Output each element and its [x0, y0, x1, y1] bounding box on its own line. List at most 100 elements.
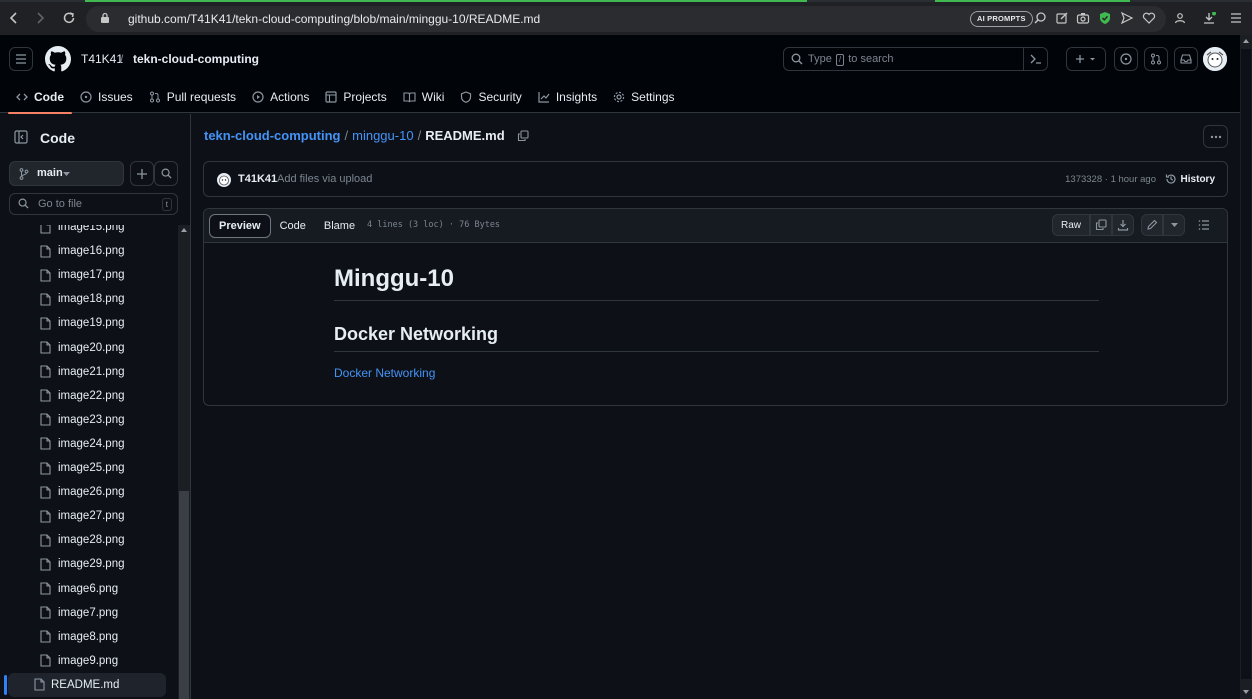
- breadcrumb-repo-link[interactable]: tekn-cloud-computing: [204, 128, 341, 143]
- issues-button[interactable]: [1114, 47, 1138, 71]
- search-icon: [791, 53, 803, 65]
- file-tree-item[interactable]: image29.png: [0, 552, 168, 576]
- more-options-button[interactable]: [1203, 125, 1228, 148]
- profile-icon[interactable]: [1174, 12, 1186, 24]
- file-icon: [40, 582, 51, 595]
- file-tree-item[interactable]: image17.png: [0, 263, 168, 287]
- tab-issues[interactable]: Issues: [72, 81, 141, 113]
- shield-icon: [460, 91, 472, 103]
- file-tree-item[interactable]: image22.png: [0, 384, 168, 408]
- file-tree-item[interactable]: image6.png: [0, 577, 168, 601]
- file-tree-item[interactable]: image28.png: [0, 528, 168, 552]
- file-tree-item[interactable]: image18.png: [0, 287, 168, 311]
- file-icon: [40, 317, 51, 330]
- file-tree-item[interactable]: image16.png: [0, 239, 168, 263]
- camera-icon[interactable]: [1076, 11, 1090, 25]
- repo-name-link[interactable]: tekn-cloud-computing: [133, 52, 259, 66]
- latest-commit-bar: T41K41 Add files via upload 1373328 · 1 …: [203, 161, 1228, 197]
- tab-settings[interactable]: Settings: [605, 81, 682, 113]
- history-button[interactable]: History: [1165, 173, 1215, 185]
- copy-raw-button[interactable]: [1090, 214, 1112, 236]
- edit-icon[interactable]: [1055, 11, 1069, 25]
- download-icon[interactable]: [1202, 12, 1216, 24]
- file-tree-item[interactable]: image25.png: [0, 456, 168, 480]
- search-icon: [18, 198, 29, 209]
- github-logo-icon[interactable]: [45, 46, 71, 72]
- edit-file-button[interactable]: [1141, 214, 1163, 236]
- commit-message[interactable]: Add files via upload: [277, 173, 372, 185]
- download-raw-button[interactable]: [1112, 214, 1134, 236]
- file-tree-item[interactable]: image27.png: [0, 504, 168, 528]
- scroll-up-arrow[interactable]: [1243, 39, 1249, 43]
- hamburger-menu-button[interactable]: [9, 47, 33, 71]
- send-icon[interactable]: [1120, 11, 1134, 25]
- file-tree-item[interactable]: image8.png: [0, 625, 168, 649]
- file-tree-item[interactable]: image26.png: [0, 480, 168, 504]
- command-palette-button[interactable]: [1023, 48, 1047, 70]
- file-tree-item[interactable]: image19.png: [0, 311, 168, 335]
- search-files-button[interactable]: [154, 161, 178, 186]
- tab-code-label: Code: [34, 90, 64, 104]
- tab-code[interactable]: Code: [8, 81, 72, 114]
- tab-pull-requests[interactable]: Pull requests: [141, 81, 244, 113]
- sidebar-collapse-icon[interactable]: [10, 126, 32, 148]
- file-tree-item[interactable]: image20.png: [0, 336, 168, 360]
- scrollbar-thumb[interactable]: [1241, 49, 1251, 679]
- preview-view-button[interactable]: Preview: [209, 214, 271, 238]
- code-view-button[interactable]: Code: [271, 214, 315, 238]
- file-tree-item-selected[interactable]: README.md: [4, 672, 166, 697]
- file-tree-item[interactable]: image24.png: [0, 432, 168, 456]
- lock-icon: [100, 12, 110, 24]
- scroll-up-arrow[interactable]: [181, 228, 187, 232]
- tab-actions[interactable]: Actions: [244, 81, 317, 113]
- sidebar-scrollbar[interactable]: [178, 225, 190, 699]
- ai-prompts-button[interactable]: AI PROMPTS: [970, 11, 1033, 27]
- create-new-button[interactable]: [1066, 47, 1106, 71]
- tab-wiki-label: Wiki: [421, 90, 445, 104]
- tab-projects[interactable]: Projects: [317, 81, 394, 113]
- raw-button[interactable]: Raw: [1051, 214, 1090, 236]
- copy-path-icon[interactable]: [517, 129, 529, 142]
- download-icon: [1117, 219, 1129, 231]
- file-tree-item[interactable]: image9.png: [0, 649, 168, 673]
- file-tree-item[interactable]: image21.png: [0, 360, 168, 384]
- heart-icon[interactable]: [1142, 11, 1156, 25]
- table-icon: [325, 91, 338, 103]
- repo-owner-link[interactable]: T41K41: [81, 52, 123, 66]
- back-icon[interactable]: [8, 11, 20, 25]
- inbox-button[interactable]: [1174, 47, 1198, 71]
- tab-insights[interactable]: Insights: [530, 81, 605, 113]
- readme-link[interactable]: Docker Networking: [334, 366, 435, 380]
- scroll-down-arrow[interactable]: [1243, 690, 1249, 694]
- tab-security-label: Security: [478, 90, 522, 104]
- search-input[interactable]: Type / to search: [783, 47, 1048, 71]
- graph-icon: [538, 91, 550, 103]
- file-tree-item-label: image26.png: [58, 486, 125, 499]
- add-file-button[interactable]: [130, 161, 154, 186]
- commit-author-avatar[interactable]: [217, 173, 231, 187]
- file-icon: [40, 510, 51, 523]
- commit-meta[interactable]: 1373328 · 1 hour ago: [1065, 174, 1156, 185]
- branch-selector-button[interactable]: main: [9, 161, 124, 186]
- outline-button[interactable]: [1193, 214, 1215, 236]
- pull-requests-button[interactable]: [1144, 47, 1168, 71]
- shield-check-icon[interactable]: [1098, 11, 1112, 25]
- tab-security[interactable]: Security: [452, 81, 529, 113]
- scrollbar-thumb[interactable]: [179, 491, 189, 699]
- file-tree-item[interactable]: image7.png: [0, 601, 168, 625]
- commit-author[interactable]: T41K41: [238, 173, 277, 185]
- user-avatar[interactable]: [1203, 47, 1227, 71]
- blame-view-button[interactable]: Blame: [315, 214, 364, 238]
- forward-icon[interactable]: [34, 11, 46, 25]
- page-scrollbar[interactable]: [1240, 35, 1252, 699]
- breadcrumb-folder-link[interactable]: minggu-10: [352, 128, 413, 143]
- edit-options-button[interactable]: [1163, 214, 1185, 236]
- menu-lines-icon[interactable]: [1230, 12, 1242, 24]
- file-tree-item[interactable]: image15.png: [0, 225, 168, 239]
- go-to-file-input[interactable]: Go to file t: [9, 193, 178, 215]
- reload-icon[interactable]: [62, 11, 76, 25]
- tab-wiki[interactable]: Wiki: [395, 81, 453, 113]
- address-bar[interactable]: github.com/T41K41/tekn-cloud-computing/b…: [86, 6, 1166, 32]
- file-tree-item[interactable]: image23.png: [0, 408, 168, 432]
- search-page-icon[interactable]: [1033, 11, 1047, 25]
